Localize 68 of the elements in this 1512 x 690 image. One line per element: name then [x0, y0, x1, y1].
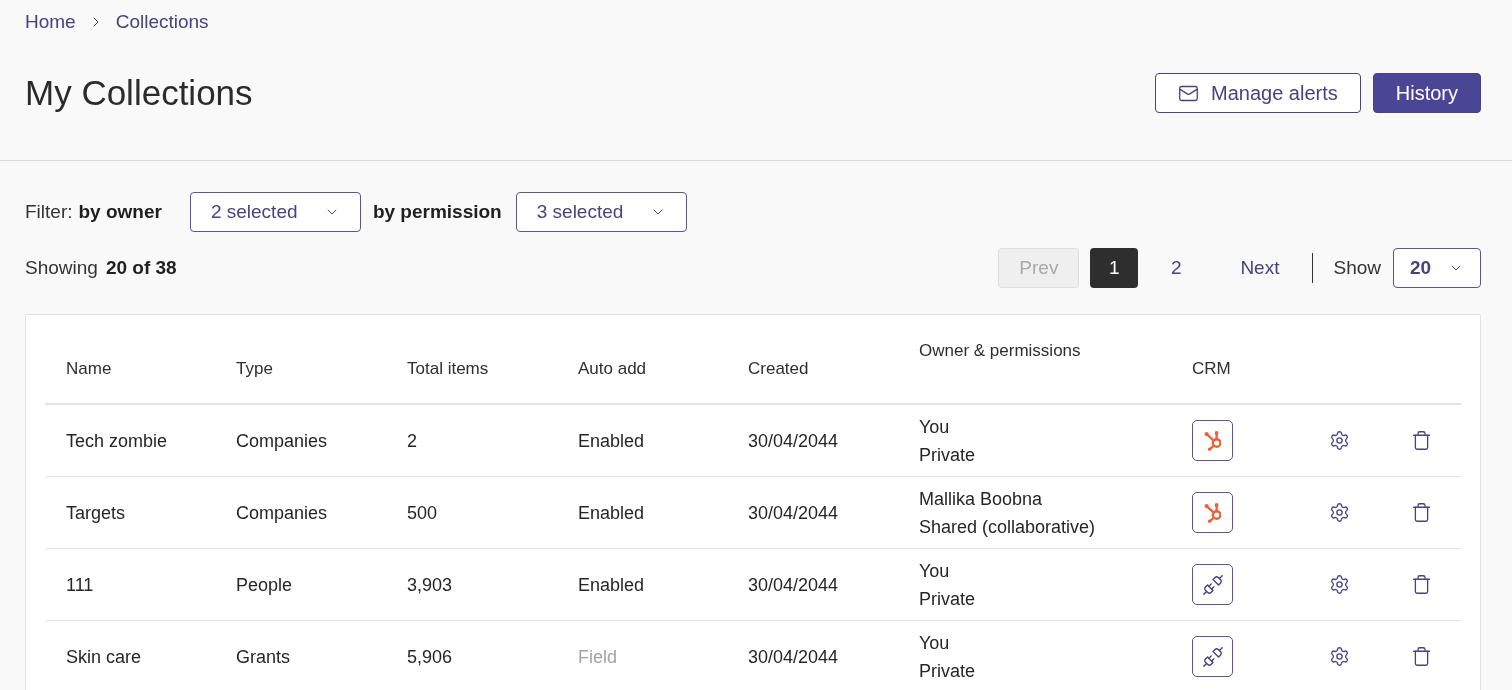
page-title: My Collections [25, 73, 253, 113]
column-header: Name [66, 359, 112, 379]
table-cell-text: 30/04/2044 [747, 645, 840, 669]
owner-name: Mallika Boobna [919, 487, 1043, 511]
table-cell-text: 3,903 [406, 573, 454, 597]
table-cell-text: People [235, 573, 294, 597]
trash-icon[interactable] [1411, 574, 1432, 595]
permission-label: Shared (collaborative) [919, 515, 1096, 539]
table-cell-text: Targets [65, 501, 127, 525]
results-label: Showing [25, 257, 98, 279]
column-header: Type [236, 359, 273, 379]
column-header: Total items [407, 359, 489, 379]
sprocket-icon [1204, 502, 1221, 523]
filter-name: by permission [372, 201, 502, 223]
breadcrumb-link[interactable]: Collections [115, 11, 209, 33]
crm-button[interactable] [1192, 636, 1233, 677]
table-cell-text: Enabled [577, 501, 646, 525]
results-count: 20 of 38 [105, 257, 177, 279]
plug-icon [1201, 573, 1224, 596]
table-cell-text: Companies [235, 501, 329, 525]
table-cell-text: 111 [65, 573, 95, 597]
table-cell-text: Tech zombie [65, 429, 169, 453]
sprocket-icon [1204, 430, 1221, 451]
crm-button[interactable] [1192, 492, 1233, 533]
settings-icon[interactable] [1329, 502, 1350, 523]
table-cell-text: Grants [235, 645, 292, 669]
table-cell-text: Companies [235, 429, 329, 453]
settings-icon[interactable] [1329, 430, 1350, 451]
crm-button[interactable] [1192, 564, 1233, 605]
column-header: Auto add [578, 359, 647, 379]
trash-icon[interactable] [1411, 430, 1432, 451]
breadcrumb-link[interactable]: Home [25, 11, 76, 33]
settings-icon[interactable] [1329, 574, 1350, 595]
crm-button[interactable] [1192, 420, 1233, 461]
page-button[interactable]: 2 [1152, 248, 1201, 288]
trash-icon[interactable] [1411, 646, 1432, 667]
permission-label: Private [919, 659, 976, 683]
filter-dropdown[interactable]: 2 selected [189, 192, 361, 232]
outline-button[interactable]: Manage alerts [1155, 73, 1361, 113]
table-cell-text: Skin care [65, 645, 143, 669]
permission-label: Private [919, 443, 976, 467]
table-cell-text: Field [577, 645, 618, 669]
owner-name: You [919, 631, 950, 655]
table-cell-text: 30/04/2044 [747, 501, 840, 525]
table-cell-text: 30/04/2044 [747, 429, 840, 453]
permission-label: Private [919, 587, 976, 611]
table-cell-text: Enabled [577, 429, 646, 453]
owner-name: You [919, 559, 950, 583]
trash-icon[interactable] [1411, 502, 1432, 523]
table-cell-text: 500 [406, 501, 439, 525]
filter-dropdown[interactable]: 3 selected [515, 192, 687, 232]
filter-label: Filter: [25, 201, 73, 223]
owner-name: You [919, 415, 950, 439]
table-cell-text: 30/04/2044 [747, 573, 840, 597]
column-header: Owner & permissions [919, 341, 1081, 361]
table-cell-text: 2 [406, 429, 418, 453]
primary-button[interactable]: History [1372, 73, 1481, 113]
filter-name: by owner [78, 201, 162, 223]
table-cell-text: Enabled [577, 573, 646, 597]
column-header: CRM [1192, 359, 1231, 379]
column-header: Created [748, 359, 809, 379]
table-cell-text: 5,906 [406, 645, 454, 669]
next-button[interactable]: Next [1219, 248, 1301, 288]
page-size-dropdown[interactable]: 20 [1393, 248, 1481, 288]
plug-icon [1201, 645, 1224, 668]
page-size-label: Show [1333, 257, 1381, 279]
page-button[interactable]: 1 [1090, 248, 1139, 288]
settings-icon[interactable] [1329, 646, 1350, 667]
